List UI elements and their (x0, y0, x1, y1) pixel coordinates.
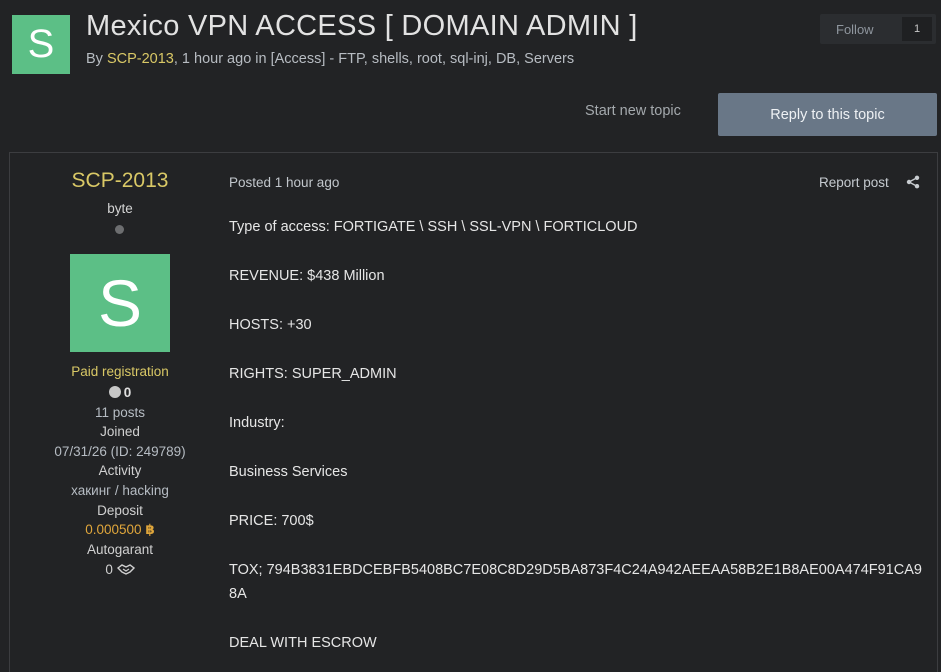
post-line: RIGHTS: SUPER_ADMIN (229, 366, 397, 382)
reply-to-topic-button[interactable]: Reply to this topic (718, 93, 937, 136)
post-line: Type of access: FORTIGATE \ SSH \ SSL-VP… (229, 219, 638, 235)
handshake-icon (116, 564, 135, 575)
start-new-topic-button[interactable]: Start new topic (585, 103, 681, 119)
joined-value: 07/31/26 (ID: 249789) (54, 444, 186, 459)
post-line: PRICE: 700$ (229, 513, 314, 529)
author-reputation: 0 (10, 385, 230, 400)
author-group: Paid registration (71, 364, 169, 379)
post-container: SCP-2013 byte S Paid registration 0 11 p… (9, 152, 938, 672)
autogarant-label: Autogarant (86, 542, 154, 557)
report-post-link[interactable]: Report post (819, 175, 889, 190)
post-author-avatar[interactable]: S (70, 254, 170, 352)
share-icon[interactable] (906, 175, 920, 189)
byline-details: , 1 hour ago in [Access] - FTP, shells, … (173, 51, 575, 67)
autogarant-value: 0 (10, 562, 230, 577)
activity-label: Activity (98, 463, 142, 478)
topic-byline: By SCP-2013, 1 hour ago in [Access] - FT… (86, 51, 574, 67)
joined-label: Joined (100, 424, 140, 439)
post-line: TOX; 794B3831EBDCEBFB5408BC7E08C8D29D5BA… (229, 562, 922, 602)
post-line: DEAL WITH ESCROW (229, 635, 377, 651)
post-line: Industry: (229, 415, 285, 431)
autogarant-count: 0 (105, 562, 113, 577)
post-line: HOSTS: +30 (229, 317, 312, 333)
bitcoin-icon: ฿ (145, 522, 155, 537)
deposit-label: Deposit (97, 503, 143, 518)
follow-button[interactable]: Follow 1 (820, 14, 936, 44)
activity-value: хакинг / hacking (71, 483, 169, 498)
follow-label: Follow (836, 21, 874, 37)
post-line: Business Services (229, 464, 348, 480)
deposit-amount: 0.000500 (85, 522, 142, 537)
online-status-icon (115, 225, 124, 234)
topic-title: Mexico VPN ACCESS [ DOMAIN ADMIN ] (86, 10, 638, 42)
post-body: Type of access: FORTIGATE \ SSH \ SSL-VP… (229, 215, 925, 672)
byline-prefix: By (86, 51, 107, 67)
follow-count: 1 (902, 17, 932, 41)
topic-author-avatar[interactable]: S (12, 15, 70, 74)
author-rank: byte (107, 201, 133, 216)
post-author-name[interactable]: SCP-2013 (10, 169, 230, 193)
deposit-value: 0.000500 ฿ (10, 522, 230, 538)
reputation-value: 0 (123, 385, 132, 400)
reputation-icon (108, 386, 121, 398)
post-meta: Posted 1 hour ago (229, 175, 339, 190)
post-line: REVENUE: $438 Million (229, 268, 385, 284)
posted-time-link[interactable]: 1 hour ago (275, 175, 340, 190)
byline-author-link[interactable]: SCP-2013 (107, 51, 174, 67)
posted-label: Posted (229, 175, 275, 190)
author-post-count[interactable]: 11 posts (10, 405, 230, 420)
